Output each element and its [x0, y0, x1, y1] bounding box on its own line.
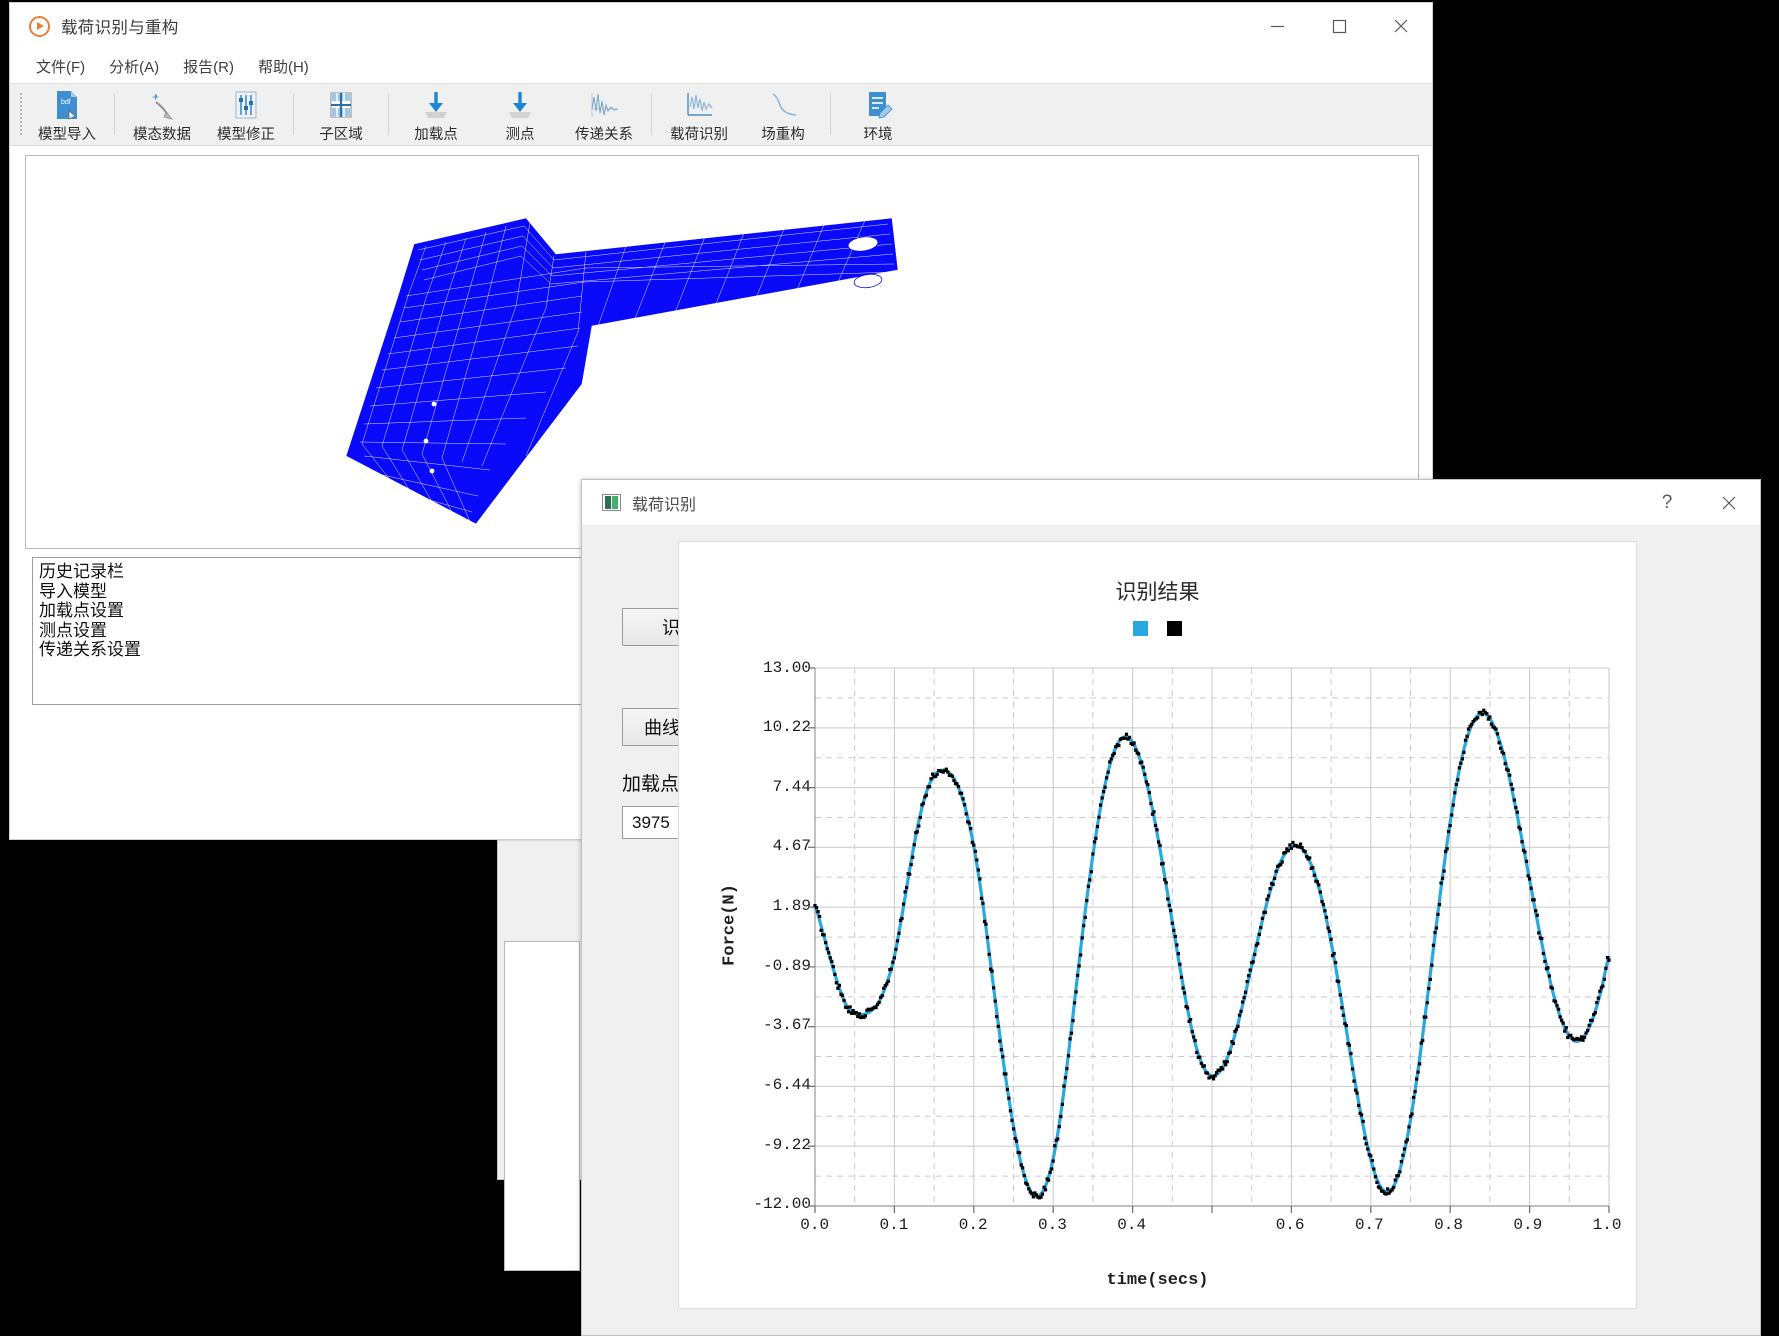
toolbar-grip[interactable] [16, 84, 25, 145]
toolbar-separator [293, 94, 294, 135]
main-titlebar: 载荷识别与重构 [10, 3, 1432, 49]
menu-file[interactable]: 文件(F) [26, 52, 95, 81]
toolbar-label: 载荷识别 [670, 127, 728, 143]
toolbar-label: 子区域 [319, 127, 363, 143]
svg-text:bdf: bdf [61, 99, 71, 106]
toolbar-button-model-update[interactable]: 模型修正 [204, 84, 288, 145]
toolbar-label: 场重构 [761, 127, 805, 143]
background-dialog-list [504, 941, 580, 1271]
dialog-titlebar: 载荷识别 ? [582, 480, 1760, 526]
measure-point-arrow-icon [505, 88, 535, 122]
toolbar-button-load-identification[interactable]: 载荷识别 [657, 84, 741, 145]
toolbar-label: 环境 [863, 127, 893, 143]
help-button[interactable]: ? [1636, 480, 1698, 526]
close-button[interactable] [1370, 3, 1432, 49]
load-point-arrow-icon [421, 88, 451, 122]
chart-window-icon [602, 494, 621, 511]
field-reconstruction-curve-icon [766, 88, 800, 122]
svg-text:+: + [152, 90, 159, 104]
toolbar-label: 模型导入 [38, 127, 96, 143]
toolbar-label: 测点 [505, 127, 535, 143]
load-identification-dialog: 载荷识别 ? 识别 曲线绘制 加载点： 3975 识别结果 [581, 479, 1761, 1336]
toolbar-button-measure-point[interactable]: 测点 [478, 84, 562, 145]
toolbar-separator [114, 94, 115, 135]
toolbar-button-transfer-function[interactable]: 传递关系 [562, 84, 646, 145]
sliders-model-update-icon [231, 88, 261, 122]
screen-root: 识别 桥 显 载荷识别与重构 文件(F) 分析(A) [0, 0, 1779, 1336]
toolbar-separator [830, 94, 831, 135]
dialog-close-button[interactable] [1698, 480, 1760, 526]
menu-analysis[interactable]: 分析(A) [99, 52, 169, 81]
toolbar-button-field-reconstruction[interactable]: 场重构 [741, 84, 825, 145]
dialog-title: 载荷识别 [632, 496, 697, 514]
toolbar-button-modal-data[interactable]: + 模态数据 [120, 84, 204, 145]
toolbar-label: 模态数据 [133, 127, 191, 143]
toolbar-label: 传递关系 [575, 127, 633, 143]
menu-help[interactable]: 帮助(H) [248, 52, 319, 81]
result-chart: 识别结果 Force(N) time(secs) 13.00 10.22 7.44 4… [678, 541, 1637, 1309]
toolbar-separator [388, 94, 389, 135]
toolbar-separator [651, 94, 652, 135]
toolbar-label: 模型修正 [217, 127, 275, 143]
toolbar-button-model-import[interactable]: bdf 模型导入 [25, 84, 109, 145]
chart-plot-svg [808, 667, 1611, 1213]
toolbar-button-environment[interactable]: 环境 [836, 84, 920, 145]
environment-document-icon [863, 88, 893, 122]
maximize-button[interactable] [1308, 3, 1370, 49]
toolbar: bdf 模型导入 + 模态数据 模型修正 子区域 加载点 测点 传递关系 载荷识… [10, 83, 1432, 146]
play-circle-icon [29, 15, 50, 37]
toolbar-label: 加载点 [414, 127, 458, 143]
menubar: 文件(F) 分析(A) 报告(R) 帮助(H) [10, 49, 1432, 83]
toolbar-button-load-point[interactable]: 加载点 [394, 84, 478, 145]
minimize-button[interactable] [1246, 3, 1308, 49]
page-title: 载荷识别与重构 [61, 19, 179, 37]
subregion-grid-icon [325, 88, 357, 122]
toolbar-button-subregion[interactable]: 子区域 [299, 84, 383, 145]
load-identification-waveform-icon [682, 88, 716, 122]
plot-area: Force(N) time(secs) 13.00 10.22 7.44 4.67 1.… [679, 542, 1636, 1308]
window-controls [1246, 3, 1432, 49]
bdf-file-import-icon: bdf [52, 88, 82, 122]
dialog-body: 识别 曲线绘制 加载点： 3975 识别结果 Force(N) time(sec… [582, 526, 1760, 1335]
transfer-function-waveform-icon [587, 88, 621, 122]
menu-report[interactable]: 报告(R) [173, 52, 244, 81]
dialog-window-controls: ? [1636, 480, 1760, 526]
modal-data-icon: + [147, 88, 177, 122]
